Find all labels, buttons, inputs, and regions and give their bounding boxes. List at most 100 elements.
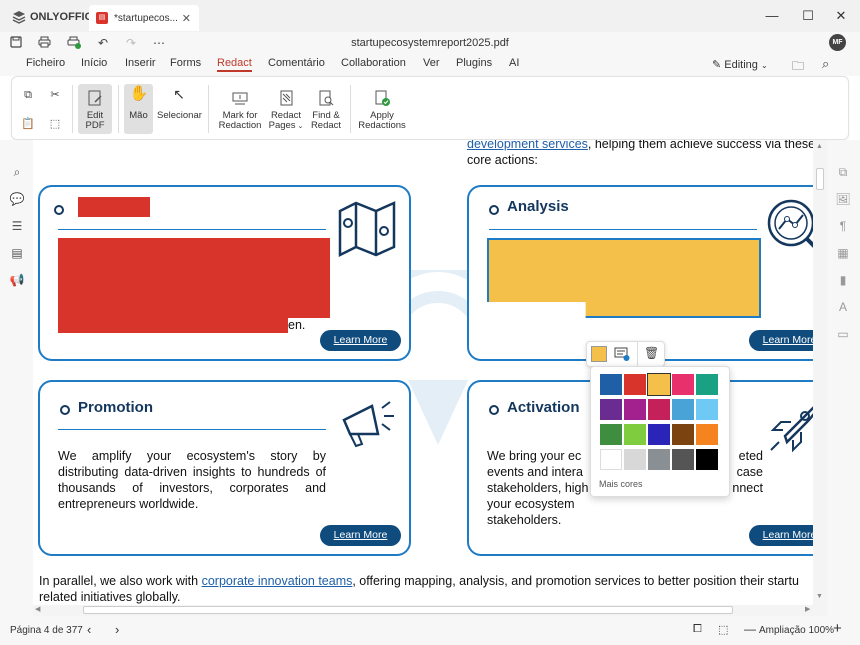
arrow-circle-icon [54, 205, 64, 215]
vertical-scrollbar[interactable]: ▲ ▼ [813, 140, 827, 605]
editing-mode-dropdown[interactable]: ✎ Editing ⌄ [712, 58, 768, 71]
select-tool-button[interactable]: ↖ Selecionar [157, 87, 202, 121]
form-settings-icon[interactable]: ▭ [835, 326, 851, 342]
hand-tool-button[interactable]: ✋ Mão [124, 84, 153, 134]
color-swatch[interactable] [672, 424, 694, 445]
chevron-down-icon: ⌄ [295, 123, 304, 130]
close-window-button[interactable]: ✕ [831, 8, 851, 24]
maximize-button[interactable]: ☐ [798, 8, 818, 24]
chart-settings-icon[interactable]: ▮ [835, 272, 851, 288]
scroll-left-icon[interactable]: ◀ [35, 605, 40, 613]
color-swatch[interactable] [600, 374, 622, 395]
previous-page-button[interactable]: ‹ [87, 622, 91, 637]
mark-redaction-icon [232, 92, 248, 105]
horizontal-scroll-thumb[interactable] [83, 606, 733, 614]
copy-icon[interactable]: ⧉ [21, 88, 35, 102]
learn-more-button[interactable]: Learn More [749, 525, 813, 546]
hand-tool-label: Mão [129, 110, 148, 121]
user-avatar[interactable]: MF [829, 34, 846, 51]
color-swatch[interactable] [624, 424, 646, 445]
vertical-scroll-thumb[interactable] [816, 168, 824, 190]
color-swatch[interactable] [624, 399, 646, 420]
learn-more-button[interactable]: Learn More [320, 330, 401, 351]
menu-inserir[interactable]: Inserir [125, 57, 156, 69]
corporate-innovation-link[interactable]: corporate innovation teams [202, 574, 353, 588]
select-all-icon[interactable]: ⬚ [48, 117, 62, 131]
find-and-redact-button[interactable]: Find & Redact [308, 89, 344, 131]
thumbnails-icon[interactable]: ▤ [9, 245, 25, 261]
image-settings-icon[interactable]: 🖼 [835, 191, 851, 207]
color-swatch[interactable] [672, 399, 694, 420]
select-tool-label: Selecionar [157, 110, 202, 121]
color-swatch[interactable] [647, 373, 671, 396]
redaction-context-toolbar: 🗑 [586, 341, 665, 367]
text-art-icon[interactable]: A [835, 299, 851, 315]
color-swatch[interactable] [696, 449, 718, 470]
comments-icon[interactable]: 💬 [9, 191, 25, 207]
color-swatch[interactable] [648, 424, 670, 445]
more-colors-link[interactable]: Mais cores [599, 479, 643, 489]
menu-forms[interactable]: Forms [170, 57, 201, 69]
scroll-down-icon[interactable]: ▼ [816, 593, 823, 600]
menu-collaboration[interactable]: Collaboration [341, 57, 406, 69]
mark-for-redaction-button[interactable]: Mark for Redaction [216, 89, 264, 131]
bottom-text-3: related initiatives globally. [39, 590, 181, 604]
cut-icon[interactable]: ✂ [48, 88, 62, 102]
color-swatch[interactable] [648, 399, 670, 420]
fit-page-icon[interactable]: ⧠ [693, 623, 702, 636]
redaction-text-box-tail[interactable] [58, 318, 288, 333]
card-divider [58, 229, 326, 230]
scroll-up-icon[interactable]: ▲ [816, 143, 823, 150]
horizontal-scrollbar[interactable]: ◀ ▶ [33, 605, 827, 616]
redaction-comment-icon[interactable] [614, 346, 630, 365]
color-swatch[interactable] [648, 449, 670, 470]
color-swatch[interactable] [696, 424, 718, 445]
zoom-in-button[interactable]: + [833, 620, 842, 637]
color-swatch[interactable] [600, 449, 622, 470]
color-swatch[interactable] [600, 399, 622, 420]
navigation-icon[interactable]: ☰ [9, 218, 25, 234]
scroll-right-icon[interactable]: ▶ [805, 605, 810, 613]
menu-redact[interactable]: Redact [217, 57, 252, 72]
color-swatch[interactable] [672, 449, 694, 470]
redaction-text-box[interactable] [58, 238, 330, 318]
learn-more-button[interactable]: Learn More [320, 525, 401, 546]
close-tab-icon[interactable]: ✕ [182, 12, 191, 25]
edit-pdf-button[interactable]: Edit PDF [78, 84, 112, 134]
redact-pages-button[interactable]: Redact Pages ⌄ [267, 89, 305, 132]
fill-color-button[interactable] [591, 346, 607, 362]
color-swatch[interactable] [696, 374, 718, 395]
minimize-button[interactable]: — [762, 8, 782, 23]
color-swatch[interactable] [696, 399, 718, 420]
color-swatch[interactable] [672, 374, 694, 395]
paragraph-settings-icon[interactable]: ¶ [835, 218, 851, 234]
learn-more-button[interactable]: Learn More [749, 330, 813, 351]
menu-plugins[interactable]: Plugins [456, 57, 492, 69]
search-icon[interactable]: ⌕ [9, 164, 25, 180]
table-settings-icon[interactable]: ▦ [835, 245, 851, 261]
menu-comentario[interactable]: Comentário [268, 57, 325, 69]
menu-ficheiro[interactable]: Ficheiro [26, 57, 65, 69]
document-tab[interactable]: ▤ *startupecos... ✕ [89, 5, 199, 31]
redaction-title-box[interactable] [78, 197, 150, 217]
zoom-out-button[interactable]: — [744, 622, 756, 636]
paste-icon[interactable]: 📋 [21, 117, 35, 131]
redaction-selected-box[interactable] [487, 238, 761, 318]
color-swatch[interactable] [624, 449, 646, 470]
menu-inicio[interactable]: Início [81, 57, 107, 69]
next-page-button[interactable]: › [115, 622, 119, 637]
development-services-link[interactable]: development services [467, 140, 588, 151]
arrow-circle-icon [489, 205, 499, 215]
color-swatch[interactable] [624, 374, 646, 395]
delete-icon[interactable]: 🗑 [644, 346, 659, 360]
open-location-icon[interactable]: 🗀 [792, 57, 804, 78]
apply-redactions-button[interactable]: Apply Redactions [356, 89, 408, 131]
search-icon[interactable]: ⌕ [822, 56, 829, 72]
shape-settings-icon[interactable]: ⧉ [835, 164, 851, 180]
menu-ver[interactable]: Ver [423, 57, 440, 69]
menu-ai[interactable]: AI [509, 57, 519, 69]
chevron-down-icon: ⌄ [760, 61, 768, 70]
feedback-icon[interactable]: 📢 [9, 272, 25, 288]
fit-width-icon[interactable]: ⬚ [718, 623, 728, 636]
color-swatch[interactable] [600, 424, 622, 445]
